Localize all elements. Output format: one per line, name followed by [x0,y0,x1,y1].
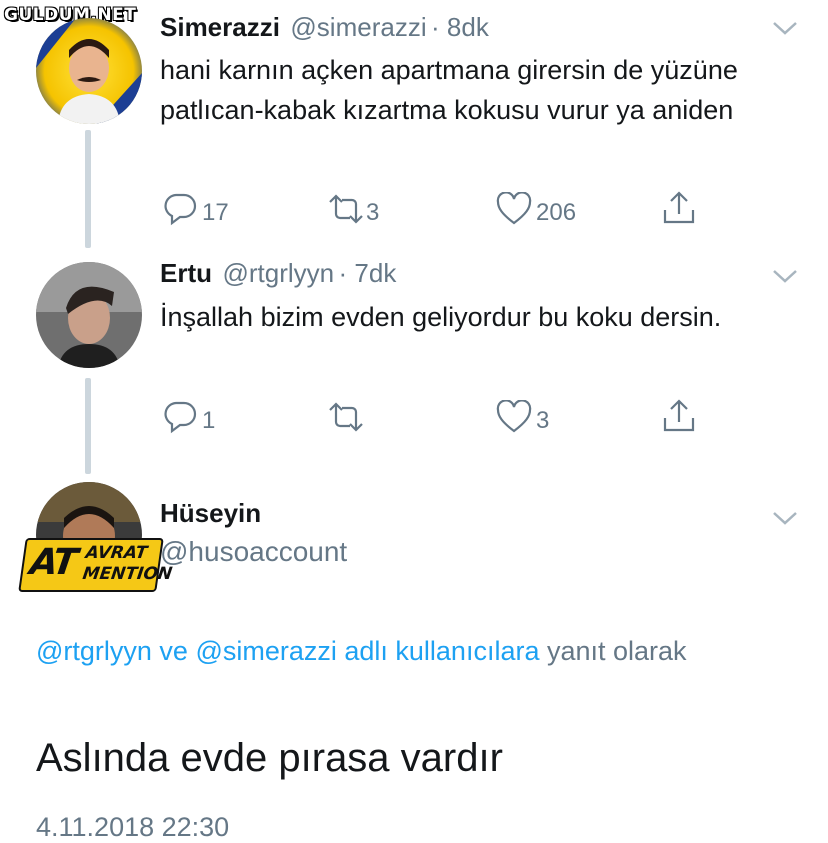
main-tweet-text: Aslında evde pırasa vardır [36,736,503,780]
like-button[interactable]: 3 [496,399,550,441]
avatar-simerazzi[interactable] [36,18,142,124]
author-name[interactable]: Hüseyin [160,498,261,529]
like-icon [496,191,532,233]
badge-at: AT [27,542,79,583]
reply-count: 17 [202,198,229,226]
tweet-text: hani karnın açken apartmana girersin de … [160,55,738,125]
thread-line [85,378,91,474]
tweet-time: · 8dk [431,12,489,42]
author-name[interactable]: Ertu [160,258,212,288]
like-count: 3 [536,406,550,434]
badge-avrat: AVRAT [84,543,149,563]
replying-mentions[interactable]: @rtgrlyyn ve @simerazzi adlı kullanıcıla… [36,636,539,666]
share-icon [662,398,696,441]
tweet-header: Simerazzi @simerazzi · 8dk [160,12,489,43]
like-count: 206 [536,198,577,226]
avatar-ertu[interactable] [36,262,142,368]
retweet-button[interactable] [326,402,366,439]
share-icon [662,190,696,233]
reply-button[interactable]: 17 [162,192,229,233]
reply-icon [162,192,198,233]
retweet-count: 3 [366,198,380,226]
replying-suffix: yanıt olarak [546,636,687,666]
author-name[interactable]: Simerazzi [160,12,280,42]
replying-to: @rtgrlyyn ve @simerazzi adlı kullanıcıla… [36,630,756,672]
thread-line [85,130,91,248]
tweet-header: Ertu @rtgrlyyn · 7dk [160,258,396,289]
at-avrat-mention-logo: AT AVRAT MENTION [18,538,173,592]
reply-count: 1 [202,406,216,434]
reply-button[interactable]: 1 [162,400,215,441]
author-handle[interactable]: @husoaccount [160,536,347,568]
share-button[interactable] [662,190,696,233]
like-button[interactable]: 206 [496,191,577,233]
retweet-icon [326,402,366,439]
tweet-text: İnşallah bizim evden geliyordur bu koku … [160,302,722,332]
retweet-icon [326,194,366,231]
author-handle[interactable]: @simerazzi [290,12,426,42]
reply-icon [162,400,198,441]
tweet-time: · 7dk [338,258,397,288]
share-button[interactable] [662,398,696,441]
chevron-down-icon[interactable] [770,508,800,533]
chevron-down-icon[interactable] [770,266,800,291]
retweet-button[interactable]: 3 [326,194,379,231]
chevron-down-icon[interactable] [770,18,800,43]
author-handle[interactable]: @rtgrlyyn [222,258,334,288]
like-icon [496,399,532,441]
